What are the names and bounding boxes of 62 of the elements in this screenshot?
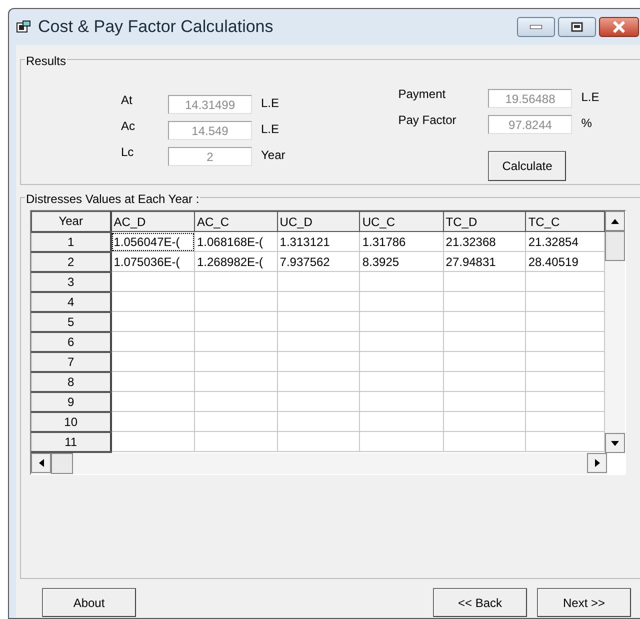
row-header: 3: [32, 272, 111, 292]
row-header: 10: [32, 412, 111, 432]
scroll-down-button[interactable]: [605, 433, 625, 453]
scroll-right-button[interactable]: [587, 453, 607, 473]
table-cell: 28.40519: [526, 252, 604, 272]
column-header: TC_C: [526, 212, 604, 232]
field-label: At: [121, 92, 134, 109]
unit-label: %: [581, 115, 592, 132]
row-header: 11: [32, 432, 111, 452]
table-cell: 1.075036E-(: [110, 252, 194, 272]
down-arrow-icon: [611, 440, 619, 446]
scroll-up-button[interactable]: [605, 211, 625, 231]
column-header: Year: [32, 212, 111, 232]
scroll-thumb[interactable]: [605, 231, 625, 261]
row-header: 2: [32, 252, 111, 272]
table-cell: 1.068168E-(: [194, 232, 278, 252]
field-label: Lc: [121, 144, 135, 161]
row-header: 7: [32, 352, 111, 372]
close-button[interactable]: [599, 17, 639, 37]
minimize-icon: [530, 25, 542, 29]
maximize-button[interactable]: [558, 17, 596, 37]
row-header: 9: [32, 392, 111, 412]
left-arrow-icon: [38, 459, 44, 467]
unit-label: L.E: [581, 89, 600, 106]
row-header: 4: [32, 292, 111, 312]
column-header: AC_C: [194, 212, 278, 232]
app-icon: [16, 20, 32, 34]
unit-label: L.E: [261, 121, 280, 138]
calculate-button[interactable]: Calculate: [488, 151, 566, 181]
dialog-button[interactable]: About: [42, 588, 136, 617]
table-cell: 21.32368: [443, 232, 526, 252]
table-cell: 1.313121: [277, 232, 360, 252]
column-header: TC_D: [443, 212, 526, 232]
maximize-icon: [571, 22, 583, 32]
scroll-thumb[interactable]: [51, 453, 73, 474]
dialog-button[interactable]: Next >>: [537, 588, 631, 617]
table-cell: 1.268982E-(: [194, 252, 278, 272]
row-header: 1: [32, 232, 111, 252]
field-label: Payment: [398, 86, 447, 103]
table-cell: 8.3925: [360, 252, 444, 272]
row-header: 6: [32, 332, 111, 352]
close-icon: [612, 21, 626, 33]
column-header: UC_D: [277, 212, 360, 232]
minimize-button[interactable]: [517, 17, 555, 37]
row-header: 8: [32, 372, 111, 392]
unit-label: Year: [261, 147, 286, 164]
table-cell: 7.937562: [277, 252, 360, 272]
window-title: Cost & Pay Factor Calculations: [38, 16, 274, 38]
table-cell: 27.94831: [443, 252, 526, 272]
field-label: Ac: [121, 118, 136, 135]
field-label: Pay Factor: [398, 112, 458, 129]
table-cell: 1.056047E-(: [110, 232, 194, 252]
row-header: 5: [32, 312, 111, 332]
table-cell: 21.32854: [526, 232, 604, 252]
right-arrow-icon: [594, 459, 600, 467]
unit-label: L.E: [261, 95, 280, 112]
table-cell: 1.31786: [360, 232, 444, 252]
dialog-button[interactable]: << Back: [433, 588, 527, 617]
scroll-left-button[interactable]: [31, 453, 51, 473]
up-arrow-icon: [611, 218, 619, 224]
column-header: AC_D: [110, 212, 194, 232]
column-header: UC_C: [360, 212, 444, 232]
